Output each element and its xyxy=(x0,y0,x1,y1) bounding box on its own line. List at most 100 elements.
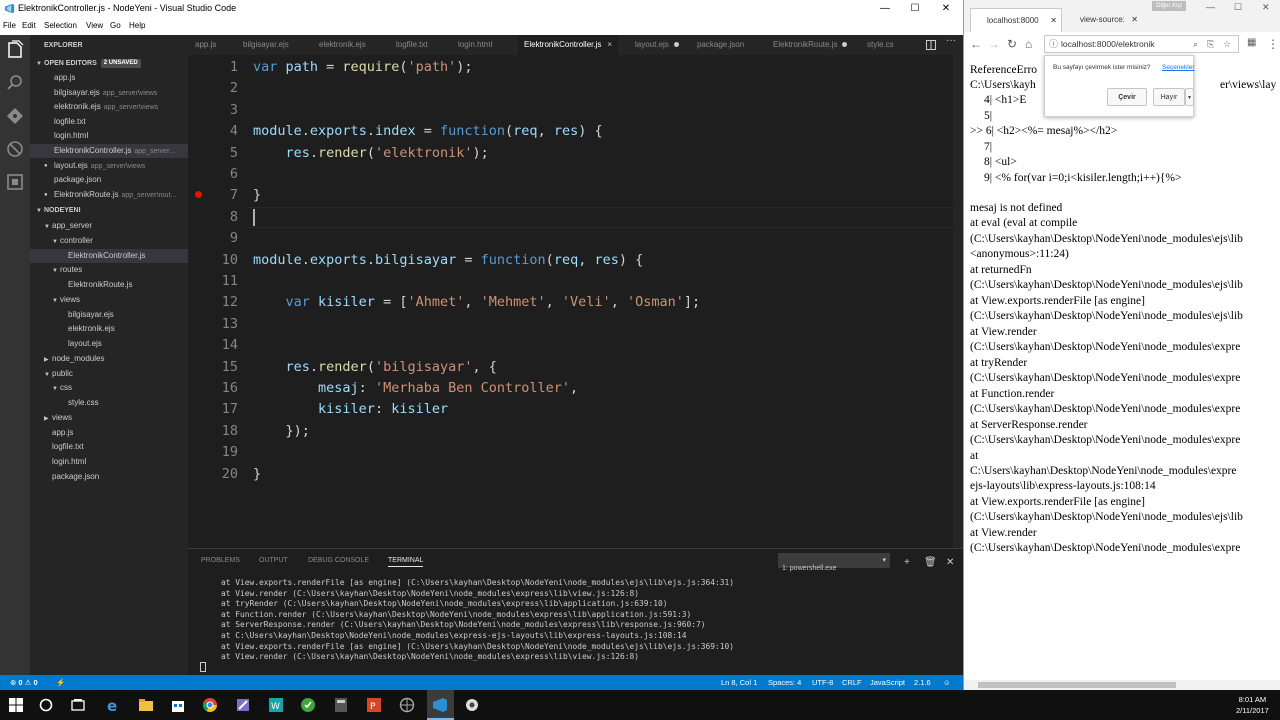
extension-icon[interactable]: ▦ xyxy=(1247,37,1256,48)
dropdown-arrow-icon[interactable]: ▼ xyxy=(1185,88,1194,106)
cursor-position[interactable]: Ln 8, Col 1 xyxy=(721,678,757,687)
windows-start-icon[interactable] xyxy=(8,697,24,713)
menu-icon[interactable]: ⋮ xyxy=(1267,37,1279,51)
zoom-icon[interactable]: ⌕ xyxy=(1193,36,1198,52)
menu-selection[interactable]: Selection xyxy=(44,21,77,30)
close-tab-icon[interactable]: ✕ xyxy=(1050,9,1057,33)
language-mode[interactable]: JavaScript xyxy=(870,678,905,687)
tree-item[interactable]: ▼ public xyxy=(30,367,188,381)
unsaved-dot-icon[interactable] xyxy=(673,42,679,48)
taskbar-clock[interactable]: 8:01 AM 2/11/2017 xyxy=(1236,694,1269,716)
tree-item[interactable]: style.css xyxy=(30,396,188,410)
terminal-output[interactable]: at View.exports.renderFile [as engine] (… xyxy=(221,578,734,663)
tree-item[interactable]: ▼ app_server xyxy=(30,219,188,233)
more-actions-icon[interactable]: ··· xyxy=(946,35,956,46)
indentation[interactable]: Spaces: 4 xyxy=(768,678,801,687)
web-app-icon[interactable] xyxy=(399,697,415,713)
search-icon[interactable] xyxy=(5,73,25,93)
horizontal-scrollbar[interactable] xyxy=(964,680,1280,690)
extensions-icon[interactable] xyxy=(5,172,25,192)
encoding[interactable]: UTF-8 xyxy=(812,678,833,687)
tab-terminal[interactable]: TERMINAL xyxy=(388,557,424,567)
file-explorer-icon[interactable] xyxy=(138,697,154,713)
home-icon[interactable]: ⌂ xyxy=(1025,37,1032,51)
editor-tab[interactable]: login.html xyxy=(458,35,492,55)
tree-item[interactable]: ▼ css xyxy=(30,381,188,395)
open-editor-item[interactable]: login.html xyxy=(30,129,188,143)
smiley-icon[interactable]: ☺ xyxy=(943,678,951,687)
explorer-icon[interactable] xyxy=(5,40,25,60)
powerpoint-icon[interactable]: P xyxy=(366,697,382,713)
address-bar[interactable]: ⓘ localhost:8000/elektronik ⌕ ⎘ ☆ xyxy=(1044,35,1239,53)
store-icon[interactable] xyxy=(170,697,186,713)
menu-go[interactable]: Go xyxy=(110,21,121,30)
tab-debug-console[interactable]: DEBUG CONSOLE xyxy=(308,557,369,564)
editor-tab[interactable]: package.json xyxy=(697,35,744,55)
task-view-icon[interactable] xyxy=(70,697,86,713)
tab-view-source[interactable]: view-source: ✕ xyxy=(1064,8,1142,32)
vscode-taskbar-icon[interactable] xyxy=(432,697,448,713)
editor-tab[interactable]: elektronik.ejs xyxy=(319,35,366,55)
translate-button[interactable]: Çevir xyxy=(1107,88,1147,106)
minimize-button[interactable]: — xyxy=(1206,2,1215,12)
menu-help[interactable]: Help xyxy=(129,21,145,30)
close-tab-icon[interactable]: ✕ xyxy=(1131,8,1138,32)
translate-icon[interactable]: ⎘ xyxy=(1207,36,1214,52)
close-button[interactable]: ✕ xyxy=(1262,2,1270,13)
menu-view[interactable]: View xyxy=(86,21,103,30)
code-editor[interactable]: 1 var path = require('path'); 2 3 4 module.ex… xyxy=(188,55,963,548)
bookmark-star-icon[interactable]: ☆ xyxy=(1223,36,1231,52)
recording-app-icon[interactable] xyxy=(464,697,480,713)
tree-item[interactable]: logfile.txt xyxy=(30,440,188,454)
close-button[interactable]: ✕ xyxy=(931,0,961,18)
tree-item[interactable]: ElektronikController.js xyxy=(30,248,188,263)
line-ending[interactable]: CRLF xyxy=(842,678,862,687)
teamviewer-icon[interactable]: W xyxy=(268,697,284,713)
edge-icon[interactable]: e xyxy=(105,697,121,713)
open-editors-header[interactable]: ▼ OPEN EDITORS 2 UNSAVED xyxy=(36,57,188,71)
profile-button[interactable]: Diğer Kişi xyxy=(1152,1,1186,11)
editor-tab[interactable]: logfile.txt xyxy=(396,35,428,55)
add-terminal-icon[interactable]: + xyxy=(904,557,910,568)
open-editor-item[interactable]: elektronik.ejs app_server\views xyxy=(30,100,188,114)
tree-item[interactable]: bilgisayar.ejs xyxy=(30,308,188,322)
split-editor-icon[interactable] xyxy=(926,40,936,50)
editor-scrollbar[interactable] xyxy=(953,55,963,548)
tab-output[interactable]: OUTPUT xyxy=(259,557,288,564)
tree-item[interactable]: ElektronikRoute.js xyxy=(30,278,188,292)
open-editor-item[interactable]: ElektronikController.js app_server... xyxy=(30,144,188,158)
tab-localhost[interactable]: localhost:8000 ✕ xyxy=(970,8,1062,32)
tree-item[interactable]: layout.ejs xyxy=(30,337,188,351)
tree-item[interactable]: package.json xyxy=(30,470,188,484)
maximize-button[interactable]: ☐ xyxy=(1234,2,1242,13)
decline-button[interactable]: Hayır xyxy=(1153,88,1185,106)
editor-tab[interactable]: bilgisayar.ejs xyxy=(243,35,289,55)
maximize-button[interactable]: ☐ xyxy=(900,0,930,18)
editor-tab[interactable]: app.js xyxy=(195,35,216,55)
tree-item[interactable]: app.js xyxy=(30,426,188,440)
back-icon[interactable]: ← xyxy=(970,37,982,51)
translate-options-link[interactable]: Seçenekler xyxy=(1162,64,1195,71)
close-panel-icon[interactable]: ✕ xyxy=(946,557,954,568)
menu-file[interactable]: File xyxy=(3,21,16,30)
source-control-icon[interactable] xyxy=(5,106,25,126)
open-editor-item[interactable]: ElektronikRoute.js app_server\rout... ● xyxy=(30,188,188,202)
close-tab-icon[interactable]: × xyxy=(607,40,612,49)
debug-icon[interactable] xyxy=(5,139,25,159)
network-tool-icon[interactable] xyxy=(235,697,251,713)
terminal-select[interactable]: 1: powershell.exe ▾ xyxy=(778,553,890,572)
cortana-search-icon[interactable] xyxy=(38,697,54,713)
problems-status[interactable]: ⊗ 0 ⚠ 0 xyxy=(10,678,38,687)
editor-tab[interactable]: layout.ejs xyxy=(635,35,679,55)
open-editor-item[interactable]: layout.ejs app_server\views ● xyxy=(30,159,188,173)
calculator-icon[interactable] xyxy=(333,697,349,713)
forward-icon[interactable]: → xyxy=(988,37,1000,51)
reload-icon[interactable]: ↻ xyxy=(1007,37,1017,51)
tab-problems[interactable]: PROBLEMS xyxy=(201,557,240,564)
green-app-icon[interactable] xyxy=(300,697,316,713)
tree-item[interactable]: ▼ controller xyxy=(30,234,188,248)
ts-version[interactable]: 2.1.6 xyxy=(914,678,931,687)
project-header[interactable]: ▼ NODEYENI xyxy=(36,204,188,218)
scroll-thumb[interactable] xyxy=(978,682,1176,688)
open-editor-item[interactable]: logfile.txt xyxy=(30,115,188,129)
